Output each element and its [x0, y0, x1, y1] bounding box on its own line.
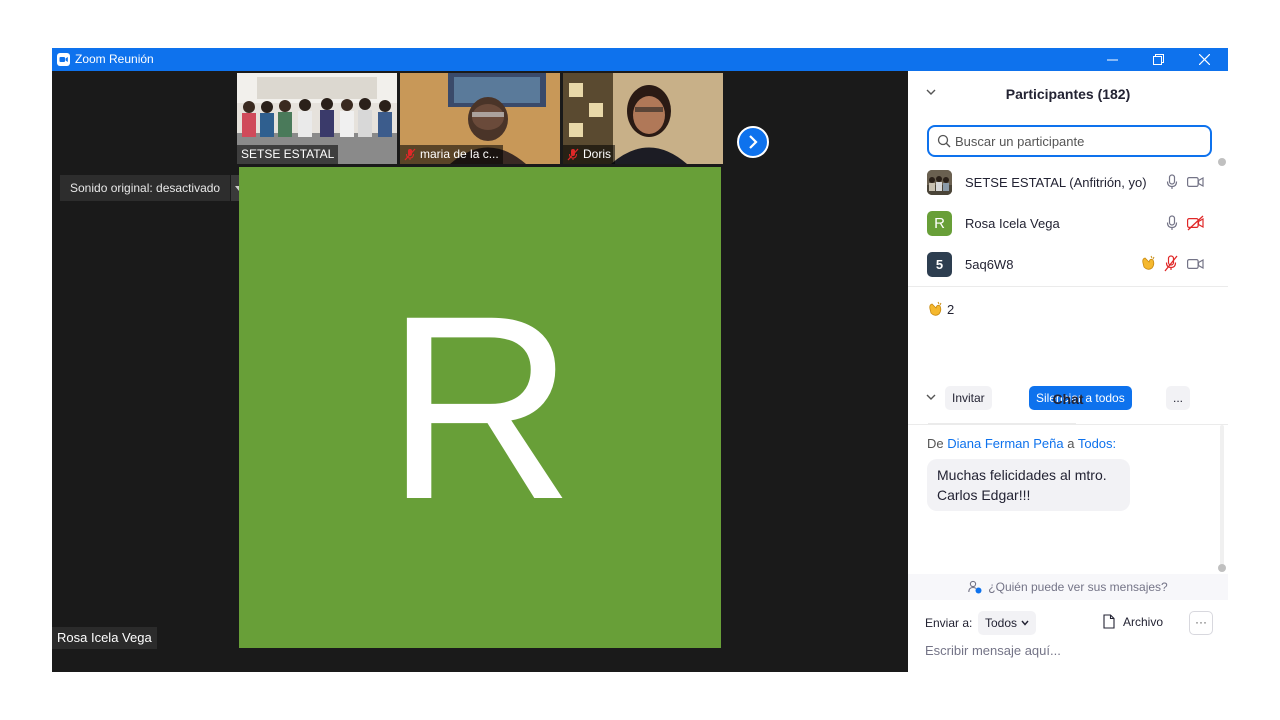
chat-prefix: De: [927, 436, 944, 451]
close-button[interactable]: [1181, 48, 1227, 71]
chat-title: Chat: [1052, 391, 1084, 407]
raised-hand-clap-icon: [1142, 255, 1155, 270]
mic-muted-icon[interactable]: [1164, 255, 1178, 272]
chat-connector: a: [1067, 436, 1075, 451]
restore-icon: [1152, 54, 1164, 65]
file-icon: [1103, 614, 1115, 629]
next-page-button[interactable]: [737, 126, 769, 158]
search-input[interactable]: [955, 133, 1195, 149]
participant-row[interactable]: SETSE ESTATAL (Anfitrión, yo): [908, 162, 1218, 203]
divider: [908, 286, 1228, 287]
chevron-down-icon: [1021, 620, 1029, 626]
divider: [908, 424, 1228, 425]
participant-search[interactable]: [927, 125, 1212, 157]
video-camera-icon[interactable]: [1187, 176, 1204, 188]
send-to-label: Enviar a:: [925, 616, 973, 630]
scrollbar-bottom-arrow[interactable]: [1218, 564, 1226, 572]
minimize-button[interactable]: [1089, 48, 1135, 71]
participants-title: Participantes (182): [1005, 86, 1131, 102]
participant-row[interactable]: R Rosa Icela Vega: [908, 203, 1218, 244]
title-bar: Zoom Reunión: [52, 48, 1228, 71]
send-to-dropdown[interactable]: Todos: [978, 611, 1037, 635]
video-thumbnail[interactable]: Doris: [563, 73, 723, 164]
participants-header: Participantes (182): [908, 73, 1228, 113]
chat-message-header: De Diana Ferman Peña a Todos:: [927, 436, 1116, 451]
divider: [928, 423, 1076, 424]
avatar: 5: [927, 252, 952, 277]
mic-muted-icon: [567, 148, 579, 161]
active-speaker-video[interactable]: R: [239, 167, 721, 648]
mic-icon[interactable]: [1166, 215, 1178, 231]
close-icon: [1198, 54, 1210, 65]
video-off-icon[interactable]: [1187, 215, 1204, 231]
who-can-see-messages[interactable]: ¿Quién puede ver sus mensajes?: [908, 574, 1228, 600]
participant-name: SETSE ESTATAL: [241, 147, 335, 161]
chat-more-button[interactable]: ···: [1189, 611, 1213, 635]
file-button[interactable]: Archivo: [1103, 614, 1163, 629]
participant-name: SETSE ESTATAL (Anfitrión, yo): [965, 175, 1147, 190]
chat-recipient[interactable]: Todos:: [1078, 436, 1116, 451]
reaction-count: 2: [947, 301, 955, 317]
participant-name: 5aq6W8: [965, 257, 1014, 272]
chat-message-text: Carlos Edgar!!!: [937, 487, 1031, 503]
chat-message-text: Muchas felicidades al mtro.: [937, 467, 1107, 483]
mic-muted-icon: [404, 148, 416, 161]
original-sound-label: Sonido original: desactivado: [60, 175, 231, 201]
participant-list: SETSE ESTATAL (Anfitrión, yo) R Rosa Ice…: [908, 162, 1228, 285]
file-label: Archivo: [1123, 614, 1164, 629]
video-camera-icon[interactable]: [1187, 258, 1204, 270]
participant-name: Doris: [583, 147, 612, 161]
chat-scrollbar[interactable]: [1220, 425, 1224, 565]
participant-name: Rosa Icela Vega: [965, 216, 1060, 231]
participant-row[interactable]: 5 5aq6W8: [908, 244, 1218, 285]
reaction-summary: 2: [927, 301, 954, 317]
mic-icon[interactable]: [1166, 174, 1178, 190]
zoom-logo-icon: [57, 53, 70, 66]
chat-sender-name[interactable]: Diana Ferman Peña: [947, 436, 1063, 451]
avatar: R: [927, 211, 952, 236]
active-speaker-name: Rosa Icela Vega: [52, 627, 157, 649]
chat-message-input[interactable]: [925, 643, 1215, 658]
sidebar: Participantes (182) SETSE ESTATA: [908, 71, 1228, 672]
original-sound-toggle[interactable]: Sonido original: desactivado: [60, 175, 247, 201]
thumbnail-name-label: maria de la c...: [400, 145, 503, 164]
avatar: [927, 170, 952, 195]
chat-message-bubble: Muchas felicidades al mtro. Carlos Edgar…: [927, 459, 1130, 511]
chevron-right-icon: [749, 135, 758, 149]
send-to-row: Enviar a: Todos Archivo ···: [925, 611, 1215, 635]
participant-name: maria de la c...: [420, 147, 499, 161]
video-thumbnail[interactable]: SETSE ESTATAL: [237, 73, 397, 164]
search-icon: [937, 134, 951, 148]
avatar-initial: R: [385, 260, 575, 554]
video-thumbnail[interactable]: maria de la c...: [400, 73, 560, 164]
restore-button[interactable]: [1135, 48, 1181, 71]
person-info-icon: [968, 580, 982, 594]
scrollbar-top-arrow[interactable]: [1218, 158, 1226, 166]
who-can-see-text: ¿Quién puede ver sus mensajes?: [988, 580, 1168, 594]
chat-header: Chat: [908, 378, 1228, 418]
thumbnail-name-label: Doris: [563, 145, 616, 164]
minimize-icon: [1106, 59, 1118, 61]
clap-icon: [929, 301, 942, 316]
zoom-window: Zoom Reunión SETSE ESTATAL maria de la c…: [52, 48, 1228, 672]
video-area: SETSE ESTATAL maria de la c... Doris Son…: [52, 71, 908, 672]
window-title: Zoom Reunión: [75, 52, 154, 66]
avatar-photo-icon: [927, 170, 952, 195]
thumbnail-name-label: SETSE ESTATAL: [237, 145, 339, 164]
send-to-value: Todos: [985, 616, 1018, 630]
